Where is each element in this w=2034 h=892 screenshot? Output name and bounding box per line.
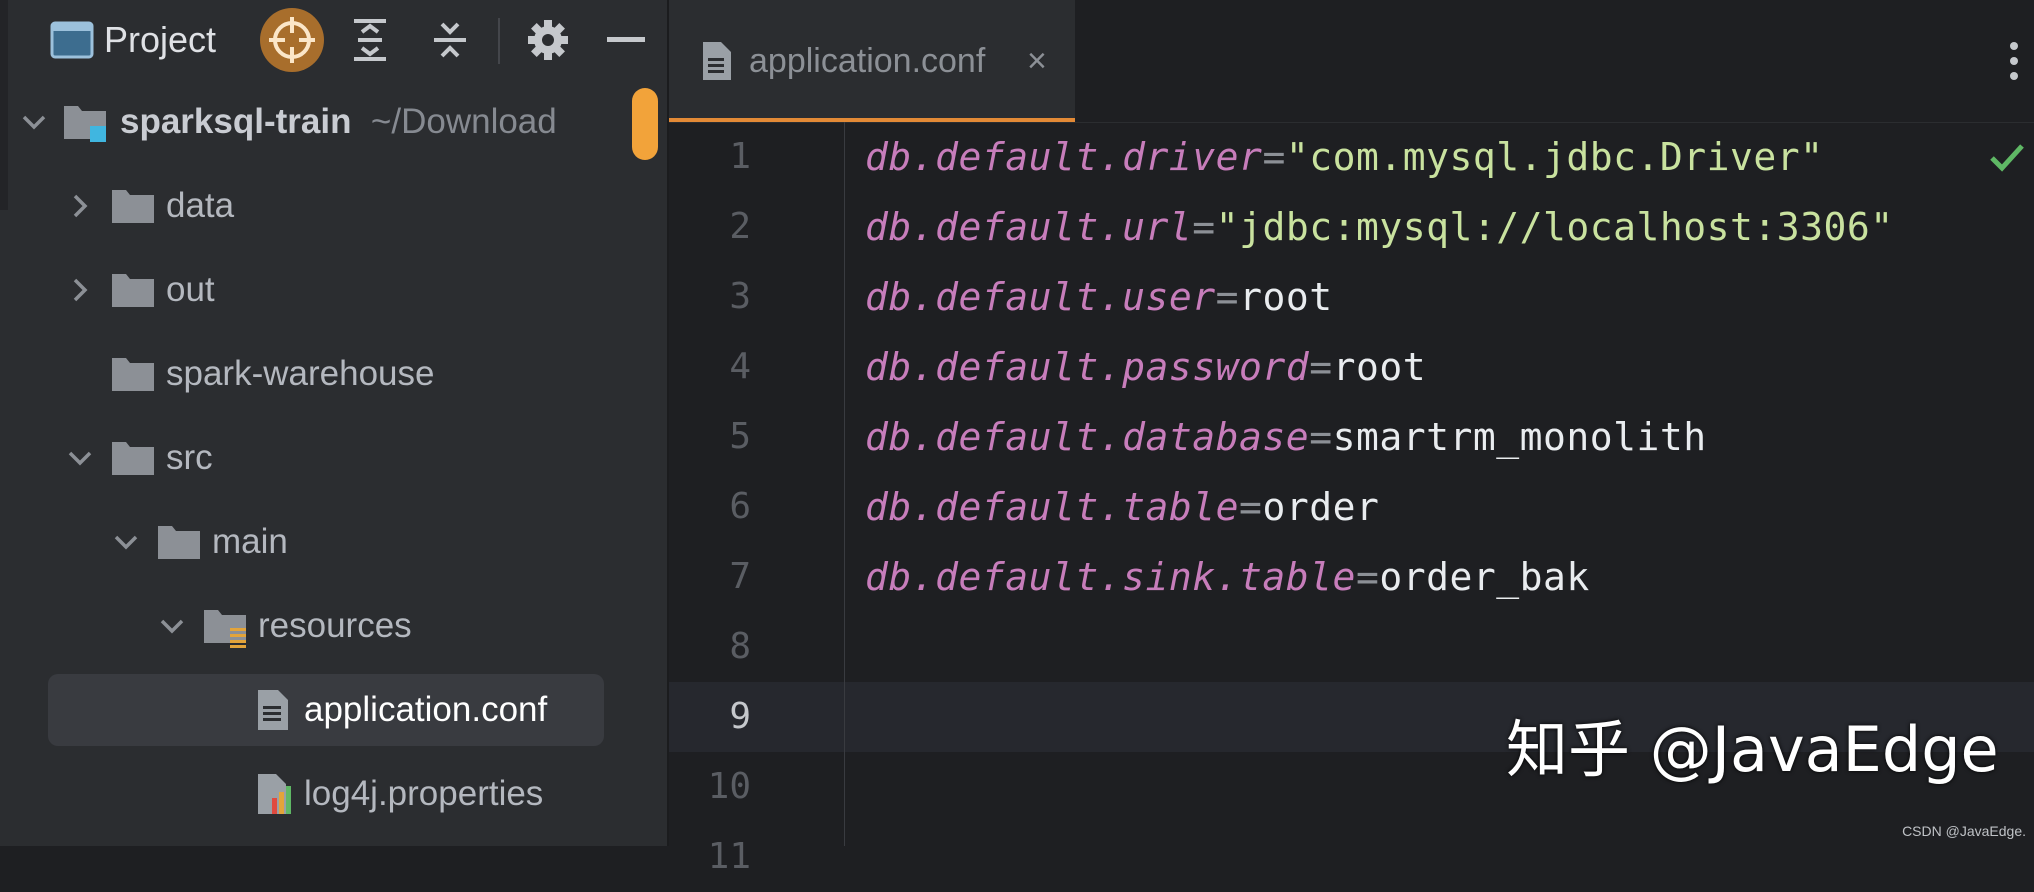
properties-file-icon <box>258 774 291 814</box>
code-line[interactable]: db.default.user=root <box>865 262 1333 332</box>
project-view-icon[interactable] <box>48 0 96 80</box>
folder-icon <box>112 190 154 223</box>
inspection-ok-icon[interactable] <box>1988 138 2026 176</box>
tree-item-label: resources <box>258 606 412 645</box>
chevron-right-icon[interactable] <box>60 186 100 226</box>
tab-application-conf[interactable]: application.conf × <box>669 0 1075 122</box>
folder-icon <box>158 526 200 559</box>
tree-item-spark-warehouse[interactable]: spark-warehouse <box>0 332 668 416</box>
line-number[interactable]: 7 <box>669 542 751 612</box>
locate-icon[interactable] <box>258 0 326 80</box>
tree-item-label: spark-warehouse <box>166 354 435 393</box>
tree-item-application-conf[interactable]: application.conf <box>0 668 668 752</box>
line-number[interactable]: 5 <box>669 402 751 472</box>
folder-icon <box>112 358 154 391</box>
assign-operator: = <box>1215 275 1240 319</box>
property-value: "jdbc:mysql://localhost:3306" <box>1215 205 1894 249</box>
property-key: db.default.sink.table <box>865 555 1356 599</box>
assign-operator: = <box>1309 415 1333 459</box>
property-value: "com.mysql.jdbc.Driver" <box>1285 135 1824 179</box>
watermark: 知乎 @JavaEdge <box>1506 713 1999 786</box>
collapse-all-icon[interactable] <box>428 0 472 80</box>
credit-text: CSDN @JavaEdge. <box>1902 823 2026 839</box>
tab-label: application.conf <box>749 42 986 80</box>
tree-item-resources[interactable]: resources <box>0 584 668 668</box>
tree-item-data[interactable]: data <box>0 164 668 248</box>
line-number[interactable]: 1 <box>669 122 751 192</box>
tree-item-label: main <box>212 522 288 561</box>
tree-item-label: out <box>166 270 215 309</box>
tree-item-sparksql-train[interactable]: sparksql-train ~/Download <box>0 80 668 164</box>
code-line[interactable]: db.default.url="jdbc:mysql://localhost:3… <box>865 192 1894 262</box>
code-line[interactable]: db.default.password=root <box>865 332 1426 402</box>
chevron-down-icon[interactable] <box>14 102 54 142</box>
code-line[interactable]: db.default.sink.table=order_bak <box>865 542 1590 612</box>
tree-item-label: data <box>166 186 235 225</box>
project-title[interactable]: Project <box>104 15 216 65</box>
assign-operator: = <box>1192 205 1216 249</box>
hide-icon[interactable] <box>606 0 646 80</box>
property-key: db.default.url <box>865 205 1193 249</box>
tree-item-label: application.conf <box>304 690 548 729</box>
code-line[interactable]: db.default.database=smartrm_monolith <box>865 402 1707 472</box>
tree-item-path: ~/Download <box>370 102 557 141</box>
tree-item-out[interactable]: out <box>0 248 668 332</box>
line-number[interactable]: 4 <box>669 332 751 402</box>
property-key: db.default.database <box>865 415 1310 459</box>
close-icon[interactable]: × <box>1027 36 1047 86</box>
property-value: order_bak <box>1379 555 1590 599</box>
tree-item-src[interactable]: src <box>0 416 668 500</box>
line-number[interactable]: 3 <box>669 262 751 332</box>
line-number[interactable]: 6 <box>669 472 751 542</box>
tree-item-label: log4j.properties <box>304 774 544 813</box>
scroll-marker[interactable] <box>632 88 658 160</box>
toolbar-separator <box>498 18 500 64</box>
tree-item-label: src <box>166 438 213 477</box>
editor-tab-bar: application.conf × <box>669 0 2034 123</box>
property-value: order <box>1262 485 1380 529</box>
text-file-icon <box>258 690 288 730</box>
code-line[interactable]: db.default.driver="com.mysql.jdbc.Driver… <box>865 122 1824 192</box>
chevron-down-icon[interactable] <box>106 522 146 562</box>
property-value: root <box>1239 275 1333 319</box>
chevron-right-icon[interactable] <box>60 270 100 310</box>
assign-operator: = <box>1355 555 1380 599</box>
tree-item-main[interactable]: main <box>0 500 668 584</box>
expand-all-icon[interactable] <box>348 0 392 80</box>
module-folder-icon <box>64 106 106 142</box>
property-key: db.default.user <box>865 275 1216 319</box>
property-key: db.default.driver <box>865 135 1263 179</box>
resources-folder-icon <box>204 610 246 648</box>
line-number[interactable]: 2 <box>669 192 751 262</box>
folder-icon <box>112 274 154 307</box>
project-panel: Project sparksql-train ~/Download data o… <box>0 0 669 846</box>
property-value: root <box>1332 345 1427 389</box>
settings-icon[interactable] <box>526 0 570 80</box>
line-number[interactable]: 11 <box>669 822 751 892</box>
assign-operator: = <box>1309 345 1333 389</box>
chevron-down-icon[interactable] <box>152 606 192 646</box>
property-key: db.default.table <box>865 485 1240 529</box>
tree-item-label: sparksql-train <box>120 102 352 141</box>
assign-operator: = <box>1262 135 1286 179</box>
line-number[interactable]: 10 <box>669 752 751 822</box>
chevron-down-icon[interactable] <box>60 438 100 478</box>
project-header: Project <box>0 0 668 80</box>
assign-operator: = <box>1239 485 1263 529</box>
property-value: smartrm_monolith <box>1332 415 1707 459</box>
property-key: db.default.password <box>865 345 1310 389</box>
more-options-icon[interactable] <box>2004 36 2024 86</box>
line-number[interactable]: 8 <box>669 612 751 682</box>
folder-icon <box>112 442 154 475</box>
code-line[interactable]: db.default.table=order <box>865 472 1379 542</box>
line-number[interactable]: 9 <box>669 682 751 752</box>
tree-item-log4j-properties[interactable]: log4j.properties <box>0 752 668 836</box>
text-file-icon <box>703 42 731 80</box>
